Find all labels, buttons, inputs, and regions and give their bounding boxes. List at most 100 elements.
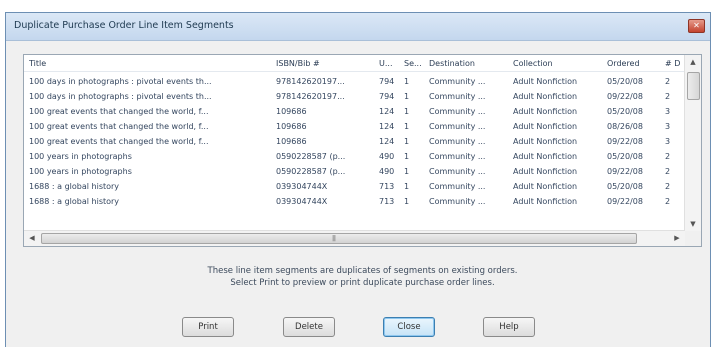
column-header-u[interactable]: U... bbox=[379, 57, 399, 71]
delete-button[interactable]: Delete bbox=[283, 317, 335, 337]
cell-title: 100 great events that changed the world,… bbox=[29, 122, 209, 131]
cell-collection: Adult Nonfiction bbox=[513, 92, 578, 101]
cell-title: 1688 : a global history bbox=[29, 182, 120, 191]
cell-ordered: 09/22/08 bbox=[607, 197, 643, 206]
scroll-corner bbox=[685, 231, 701, 246]
table-row[interactable]: 100 years in photographs 0590228587 (p...… bbox=[24, 150, 685, 164]
print-button[interactable]: Print bbox=[182, 317, 234, 337]
cell-num: 2 bbox=[665, 152, 671, 161]
cell-ordered: 05/20/08 bbox=[607, 182, 643, 191]
cell-ordered: 08/26/08 bbox=[607, 122, 643, 131]
cell-isbn: 039304744X bbox=[276, 182, 328, 191]
cell-u: 124 bbox=[379, 107, 395, 116]
cell-isbn: 109686 bbox=[276, 137, 307, 146]
column-header-destination[interactable]: Destination bbox=[429, 57, 509, 71]
cell-isbn: 978142620197... bbox=[276, 92, 345, 101]
table-row[interactable]: 100 great events that changed the world,… bbox=[24, 120, 685, 134]
vertical-scrollbar[interactable]: ▲ ▼ bbox=[684, 55, 701, 231]
horizontal-scroll-thumb[interactable]: ||| bbox=[41, 233, 637, 244]
cell-destination: Community ... bbox=[429, 197, 486, 206]
cell-u: 124 bbox=[379, 137, 395, 146]
column-header-ordered[interactable]: Ordered bbox=[607, 57, 659, 71]
column-header-title[interactable]: Title bbox=[29, 57, 269, 71]
cell-num: 3 bbox=[665, 122, 671, 131]
cell-num: 3 bbox=[665, 107, 671, 116]
cell-title: 100 days in photographs : pivotal events… bbox=[29, 77, 212, 86]
cell-se: 1 bbox=[404, 77, 410, 86]
cell-ordered: 09/22/08 bbox=[607, 92, 643, 101]
cell-collection: Adult Nonfiction bbox=[513, 137, 578, 146]
cell-destination: Community ... bbox=[429, 152, 486, 161]
cell-collection: Adult Nonfiction bbox=[513, 152, 578, 161]
table-row[interactable]: 1688 : a global history 039304744X 713 1 Com… bbox=[24, 195, 685, 209]
scroll-up-icon[interactable]: ▲ bbox=[685, 55, 701, 69]
message-line-1: These line item segments are duplicates … bbox=[207, 266, 518, 276]
horizontal-scrollbar[interactable]: ◀ ||| ▶ bbox=[24, 230, 685, 246]
cell-title: 1688 : a global history bbox=[29, 197, 120, 206]
cell-destination: Community ... bbox=[429, 122, 486, 131]
vertical-scroll-thumb[interactable] bbox=[687, 72, 700, 100]
cell-collection: Adult Nonfiction bbox=[513, 167, 578, 176]
cell-title: 100 great events that changed the world,… bbox=[29, 137, 209, 146]
table-row[interactable]: 100 great events that changed the world,… bbox=[24, 105, 685, 119]
duplicate-message: These line item segments are duplicates … bbox=[23, 265, 702, 289]
cell-ordered: 09/22/08 bbox=[607, 167, 643, 176]
column-header-num[interactable]: # D bbox=[665, 57, 681, 71]
column-header-collection[interactable]: Collection bbox=[513, 57, 591, 71]
help-button[interactable]: Help bbox=[483, 317, 535, 337]
cell-num: 2 bbox=[665, 92, 671, 101]
cell-ordered: 09/22/08 bbox=[607, 137, 643, 146]
cell-num: 2 bbox=[665, 77, 671, 86]
cell-title: 100 years in photographs bbox=[29, 152, 132, 161]
cell-u: 794 bbox=[379, 77, 395, 86]
cell-destination: Community ... bbox=[429, 137, 486, 146]
list-header: Title ISBN/Bib # U... Se... Destination Colle… bbox=[24, 57, 685, 72]
duplicate-po-dialog: Duplicate Purchase Order Line Item Segme… bbox=[5, 12, 711, 347]
cell-collection: Adult Nonfiction bbox=[513, 197, 578, 206]
cell-ordered: 05/20/08 bbox=[607, 152, 643, 161]
table-row[interactable]: 100 days in photographs : pivotal events… bbox=[24, 75, 685, 89]
table-row[interactable]: 100 years in photographs 0590228587 (p...… bbox=[24, 165, 685, 179]
cell-ordered: 05/20/08 bbox=[607, 107, 643, 116]
cell-isbn: 978142620197... bbox=[276, 77, 345, 86]
cell-se: 1 bbox=[404, 92, 410, 101]
table-row[interactable]: 1688 : a global history 039304744X 713 1 Com… bbox=[24, 180, 685, 194]
table-row[interactable]: 100 days in photographs : pivotal events… bbox=[24, 90, 685, 104]
cell-destination: Community ... bbox=[429, 182, 486, 191]
cell-collection: Adult Nonfiction bbox=[513, 182, 578, 191]
scroll-down-icon[interactable]: ▼ bbox=[685, 217, 701, 231]
scroll-right-icon[interactable]: ▶ bbox=[669, 231, 685, 245]
line-items-list[interactable]: Title ISBN/Bib # U... Se... Destination Colle… bbox=[23, 54, 702, 247]
cell-se: 1 bbox=[404, 122, 410, 131]
dialog-title: Duplicate Purchase Order Line Item Segme… bbox=[14, 20, 234, 31]
scroll-left-icon[interactable]: ◀ bbox=[24, 231, 40, 245]
cell-se: 1 bbox=[404, 197, 410, 206]
cell-collection: Adult Nonfiction bbox=[513, 107, 578, 116]
cell-num: 2 bbox=[665, 182, 671, 191]
cell-num: 3 bbox=[665, 137, 671, 146]
column-header-isbn[interactable]: ISBN/Bib # bbox=[276, 57, 368, 71]
cell-title: 100 years in photographs bbox=[29, 167, 132, 176]
cell-se: 1 bbox=[404, 137, 410, 146]
cell-u: 713 bbox=[379, 182, 395, 191]
dialog-titlebar[interactable]: Duplicate Purchase Order Line Item Segme… bbox=[6, 13, 710, 41]
table-row[interactable]: 100 great events that changed the world,… bbox=[24, 135, 685, 149]
cell-isbn: 109686 bbox=[276, 107, 307, 116]
column-header-se[interactable]: Se... bbox=[404, 57, 426, 71]
cell-isbn: 0590228587 (p... bbox=[276, 152, 346, 161]
cell-u: 794 bbox=[379, 92, 395, 101]
message-line-2: Select Print to preview or print duplica… bbox=[230, 278, 495, 288]
cell-collection: Adult Nonfiction bbox=[513, 122, 578, 131]
cell-u: 713 bbox=[379, 197, 395, 206]
cell-title: 100 great events that changed the world,… bbox=[29, 107, 209, 116]
cell-num: 2 bbox=[665, 197, 671, 206]
close-icon[interactable]: ✕ bbox=[688, 19, 705, 33]
cell-destination: Community ... bbox=[429, 107, 486, 116]
cell-se: 1 bbox=[404, 167, 410, 176]
cell-se: 1 bbox=[404, 182, 410, 191]
cell-se: 1 bbox=[404, 107, 410, 116]
cell-se: 1 bbox=[404, 152, 410, 161]
cell-destination: Community ... bbox=[429, 77, 486, 86]
close-button[interactable]: Close bbox=[383, 317, 435, 337]
cell-u: 124 bbox=[379, 122, 395, 131]
